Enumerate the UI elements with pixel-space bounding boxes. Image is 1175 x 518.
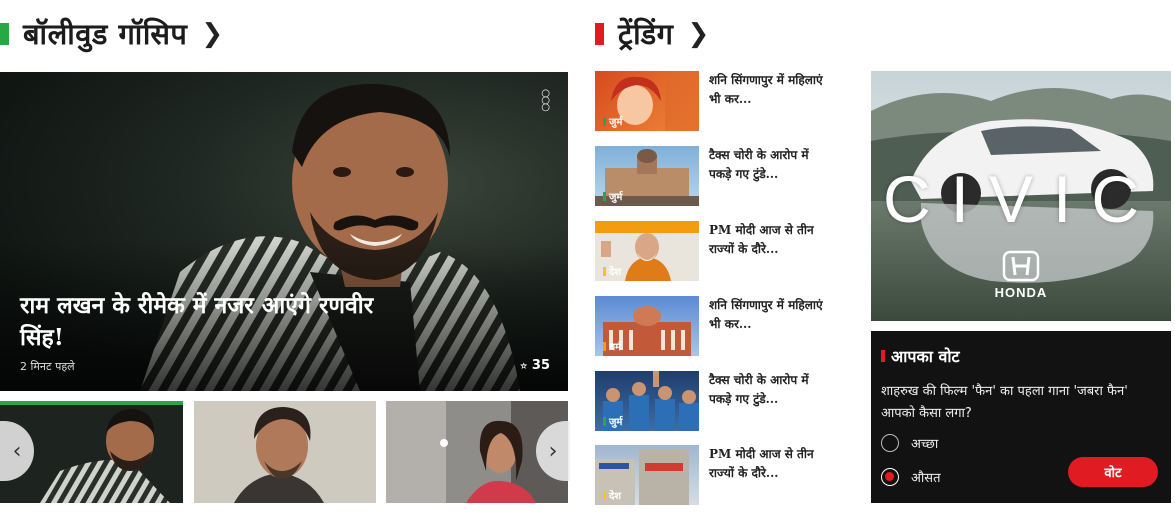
bollywood-heading: बॉलीवुड गॉसिप — [23, 17, 188, 51]
trending-thumb: देश — [595, 445, 699, 505]
trending-title: PM मोदी आज से तीन राज्यों के दौरे... — [709, 223, 814, 256]
trending-heading: ट्रेंडिंग — [618, 17, 674, 51]
trending-title: टैक्स चोरी के आरोप में पकड़े गए टुंडे... — [709, 373, 809, 406]
chevron-right-icon: › — [548, 438, 558, 464]
category-tag: जुर्म — [603, 414, 622, 428]
chevron-right-icon[interactable]: ❯ — [687, 21, 709, 47]
ad-brand-text: HONDA — [994, 285, 1048, 300]
poll-widget: आपका वोट शाहरुख की फिल्म 'फैन' का पहला ग… — [871, 331, 1171, 503]
trending-thumb: जुर्म — [595, 146, 699, 206]
chevron-left-icon: ‹ — [12, 438, 22, 464]
trending-title: PM मोदी आज से तीन राज्यों के दौरे... — [709, 447, 814, 480]
poll-heading: आपका वोट — [881, 345, 960, 367]
category-tag: जुर्म — [603, 189, 622, 203]
chevron-right-icon[interactable]: ❯ — [201, 21, 223, 47]
trending-thumb: जुर्म — [595, 71, 699, 131]
share-count-value: 35 — [531, 358, 550, 373]
trending-item[interactable]: जुर्म शनि सिंगणापुर में महिलाएं भी कर... — [595, 71, 835, 131]
thumb-image — [194, 401, 376, 503]
share-icon: ⭐︎ — [520, 359, 528, 372]
trending-thumb: जुर्म — [595, 371, 699, 431]
category-tag: जुर्म — [603, 114, 622, 128]
share-count[interactable]: ⭐︎ 35 — [520, 358, 550, 373]
ad-model-text: CIVIC — [882, 162, 1160, 236]
trending-item[interactable]: देश PM मोदी आज से तीन राज्यों के दौरे... — [595, 221, 835, 281]
radio-button[interactable] — [881, 468, 899, 486]
trending-item[interactable]: जुर्म टैक्स चोरी के आरोप में पकड़े गए टु… — [595, 371, 835, 431]
category-tag: धर्म — [603, 339, 621, 353]
hero-story[interactable]: ○ ○ ○ राम लखन के रीमेक में नजर आएंगे रणवीर… — [0, 72, 568, 391]
section-accent-bar — [0, 22, 9, 45]
category-tag: देश — [603, 488, 621, 502]
more-options-icon[interactable]: ○ ○ ○ — [541, 89, 550, 113]
radio-button[interactable] — [881, 434, 899, 452]
trending-title: शनि सिंगणापुर में महिलाएं भी कर... — [709, 298, 823, 331]
poll-option[interactable]: अच्छा — [881, 434, 938, 452]
category-tag: देश — [603, 264, 621, 278]
honda-logo — [871, 249, 1171, 287]
poll-question: शाहरुख की फिल्म 'फैन' का पहला गाना 'जबरा… — [881, 384, 1128, 421]
carousel-thumb[interactable] — [194, 401, 376, 503]
trending-title: शनि सिंगणापुर में महिलाएं भी कर... — [709, 73, 823, 106]
poll-option[interactable]: औसत — [881, 468, 941, 486]
poll-option-label: अच्छा — [911, 437, 939, 452]
trending-section-header[interactable]: ट्रेंडिंग ❯ — [595, 14, 709, 53]
bollywood-section-header[interactable]: बॉलीवुड गॉसिप ❯ — [0, 14, 223, 53]
poll-option-label: औसत — [911, 471, 941, 486]
trending-thumb: देश — [595, 221, 699, 281]
trending-thumb: धर्म — [595, 296, 699, 356]
trending-item[interactable]: धर्म शनि सिंगणापुर में महिलाएं भी कर... — [595, 296, 835, 356]
advertisement-banner[interactable]: CIVIC HONDA — [871, 71, 1171, 321]
trending-title: टैक्स चोरी के आरोप में पकड़े गए टुंडे... — [709, 148, 809, 181]
hero-title[interactable]: राम लखन के रीमेक में नजर आएंगे रणवीर सिं… — [20, 290, 390, 354]
vote-button[interactable]: वोट — [1068, 457, 1158, 487]
hero-timestamp: 2 मिनट पहले — [20, 360, 75, 373]
section-accent-bar — [595, 22, 604, 45]
trending-item[interactable]: जुर्म टैक्स चोरी के आरोप में पकड़े गए टु… — [595, 146, 835, 206]
trending-item[interactable]: देश PM मोदी आज से तीन राज्यों के दौरे... — [595, 445, 835, 505]
